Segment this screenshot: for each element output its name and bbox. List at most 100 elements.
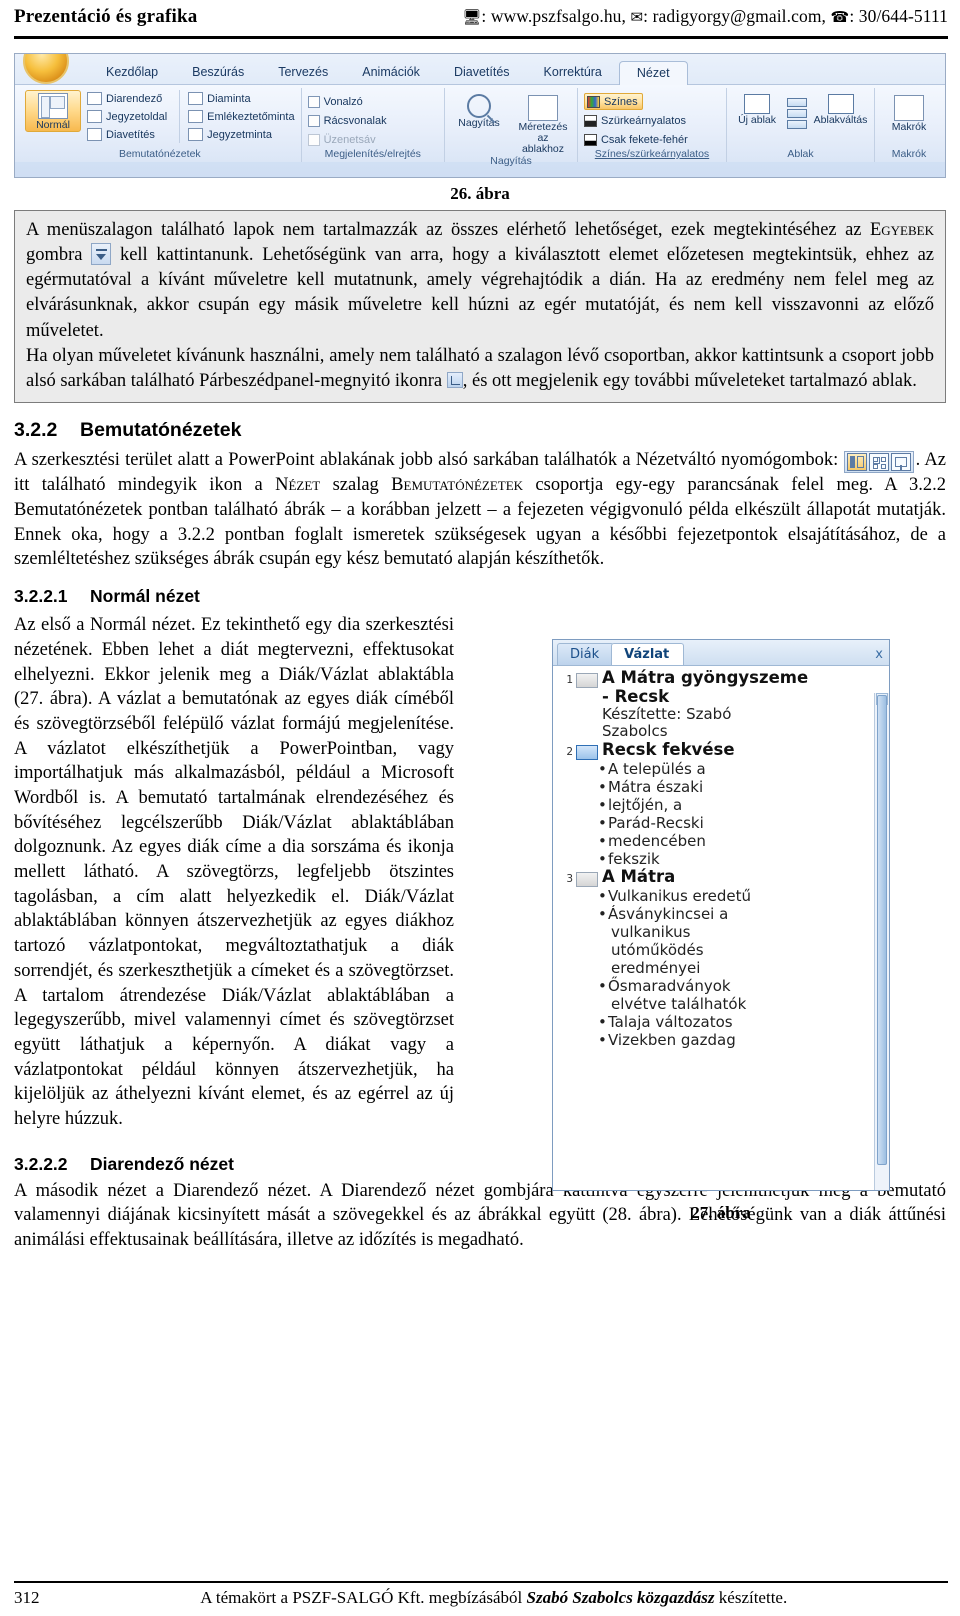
slide-thumbnail-icon[interactable] (576, 673, 598, 689)
szurkearnyalatos-label: Szürkeárnyalatos (600, 114, 686, 127)
arrange-all-icon[interactable] (787, 98, 808, 107)
close-icon[interactable]: x (875, 647, 883, 665)
group-label-ablak: Ablak (787, 148, 814, 160)
diaminta-button[interactable]: Diaminta (188, 90, 294, 107)
cascade-icon[interactable] (787, 109, 808, 118)
footer-credit-author: Szabó Szabolcs közgazdász (526, 1588, 715, 1607)
outline-bullet[interactable]: •Vulkanikus eredetű (598, 887, 889, 905)
envelope-icon: ✉ (630, 8, 644, 26)
ribbon-group-makrok: Makrók Makrók (875, 88, 943, 162)
office-orb-icon[interactable] (23, 54, 69, 84)
normal-view-switch-icon[interactable] (846, 453, 867, 472)
normal-view-button[interactable]: Normál (25, 90, 81, 133)
uj-ablak-button[interactable]: Új ablak (733, 92, 781, 126)
szines-label: Színes (603, 95, 638, 108)
slide-sorter-switch-icon[interactable] (868, 453, 889, 472)
window-arrange-icons[interactable] (787, 98, 808, 129)
header-web-label: : (481, 6, 491, 26)
nagyitas-button[interactable]: Nagyítás (451, 92, 507, 129)
slide-title-line[interactable]: - Recsk (602, 687, 808, 706)
outline-bullet[interactable]: •A település a (598, 760, 889, 778)
ribbon-group-nagyitas: Nagyítás Méretezés az ablakhoz Nagyítás (445, 88, 578, 167)
blackwhite-swatch-icon (583, 133, 597, 146)
heading-3-2-2: 3.2.2 Bemutatónézetek (14, 419, 960, 442)
outline-bullet[interactable]: •medencében (598, 832, 889, 850)
fit-to-window-icon (527, 95, 558, 121)
ribbon-group-ablak: Új ablak Ablakváltás Ablak (727, 88, 875, 162)
vonalzo-label: Vonalzó (323, 95, 363, 108)
fekete-feher-option[interactable]: Csak fekete-fehér (583, 131, 688, 148)
outline-scrollbar[interactable] (874, 693, 889, 1191)
outline-bullet[interactable]: •Vizekben gazdag (598, 1031, 889, 1049)
tab-beszuras[interactable]: Beszúrás (175, 61, 261, 84)
jegyzetoldal-button[interactable]: Jegyzetoldal (87, 108, 167, 125)
view-switch-buttons-icon[interactable] (843, 451, 914, 474)
tab-diavetites[interactable]: Diavetítés (437, 61, 527, 84)
slide-thumbnail-icon[interactable] (576, 744, 598, 760)
szurkearnyalatos-option[interactable]: Szürkeárnyalatos (583, 112, 686, 129)
telephone-icon: ☎ (830, 8, 850, 26)
outline-slide-row[interactable]: 1 A Mátra gyöngyszeme - Recsk Készítette… (553, 668, 889, 741)
diavetites-label: Diavetítés (106, 128, 155, 141)
slide-thumbnail-icon[interactable] (576, 871, 598, 887)
slide-title-line[interactable]: Recsk fekvése (602, 740, 735, 759)
group-label-nagyitas: Nagyítás (490, 155, 532, 168)
note-p2-part-b: , és ott megjelenik egy további művelete… (462, 370, 917, 391)
footer-credit-a: A témakört a PSZF-SALGÓ Kft. megbízásábó… (200, 1588, 527, 1607)
ribbon-group-bemutatonezetek: Normál Diarendező Jegyzetoldal Diavetíté… (19, 88, 302, 162)
move-split-icon[interactable] (787, 120, 808, 129)
tab-nezet[interactable]: Nézet (618, 61, 688, 85)
tab-vazlat[interactable]: Vázlat (611, 643, 685, 666)
new-window-icon (744, 94, 771, 114)
footer-credit-c: készítette. (714, 1588, 788, 1607)
outline-bullet[interactable]: •Ásványkincsei a (598, 905, 889, 923)
jegyzetminta-button[interactable]: Jegyzetminta (188, 126, 294, 143)
ablakvaltas-button[interactable]: Ablakváltás (813, 92, 868, 126)
outline-bullet-continuation[interactable]: elvétve találhatók (611, 995, 889, 1013)
dialog-launcher-icon[interactable] (446, 371, 463, 388)
header-mail-label: : (643, 6, 653, 26)
emlekeztetominta-button[interactable]: Emlékeztetőminta (188, 108, 295, 125)
running-header: Prezentáció és grafika 🖥: www.pszfsalgo.… (0, 0, 960, 36)
outline-bullet-continuation[interactable]: utóműködés (611, 941, 889, 959)
heading-3-2-2-2-number: 3.2.2.2 (14, 1153, 68, 1174)
diarendezo-button[interactable]: Diarendező (87, 90, 167, 107)
slide-title-line[interactable]: A Mátra (602, 867, 675, 886)
outline-slide-row[interactable]: 3 A Mátra (553, 867, 889, 887)
outline-bullet-continuation[interactable]: vulkanikus (611, 923, 889, 941)
outline-bullet[interactable]: •Parád-Recski (598, 814, 889, 832)
outline-bullet[interactable]: •Talaja változatos (598, 1013, 889, 1031)
tab-animaciok[interactable]: Animációk (345, 61, 437, 84)
checkbox-icon (307, 95, 320, 108)
makrok-button[interactable]: Makrók (881, 92, 937, 133)
outline-bullet[interactable]: •Mátra északi (598, 778, 889, 796)
slideshow-switch-icon[interactable] (890, 453, 911, 472)
outline-bullet[interactable]: •lejtőjén, a (598, 796, 889, 814)
bullet-text: elvétve találhatók (611, 994, 747, 1013)
page-number: 312 (14, 1588, 40, 1607)
outline-bullet[interactable]: •fekszik (598, 850, 889, 868)
tab-diak[interactable]: Diák (557, 643, 615, 666)
tab-kezdolap[interactable]: Kezdőlap (89, 61, 175, 84)
vonalzo-checkbox[interactable]: Vonalzó (307, 93, 363, 110)
slide-subtitle-line[interactable]: Szabolcs (602, 723, 808, 741)
slide-title-line[interactable]: A Mátra gyöngyszeme (602, 668, 808, 687)
outline-slide-row[interactable]: 2 Recsk fekvése (553, 740, 889, 760)
szines-option[interactable]: Színes (583, 93, 643, 110)
diavetites-button[interactable]: Diavetítés (87, 126, 167, 143)
outline-bullet[interactable]: •Ősmaradványok (598, 977, 889, 995)
outline-bullet-continuation[interactable]: eredményei (611, 959, 889, 977)
outline-bullet-list: •Vulkanikus eredetű •Ásványkincsei a vul… (598, 887, 889, 1049)
slide-subtitle-line[interactable]: Készítette: Szabó (602, 705, 808, 723)
header-mail: radigyorgy@gmail.com, (652, 6, 827, 26)
scrollbar-thumb[interactable] (877, 695, 887, 1166)
jegyzetminta-label: Jegyzetminta (207, 128, 272, 141)
racsvonalak-checkbox[interactable]: Rácsvonalak (307, 112, 387, 129)
ablakvaltas-label: Ablakváltás (813, 114, 868, 126)
tab-korrektura[interactable]: Korrektúra (527, 61, 619, 84)
more-dropdown-icon[interactable] (91, 243, 112, 266)
fekete-feher-label: Csak fekete-fehér (600, 133, 688, 146)
ribbon-group-szines: Színes Szürkeárnyalatos Csak fekete-fehé… (578, 88, 727, 162)
tab-tervezes[interactable]: Tervezés (261, 61, 345, 84)
meretezes-button[interactable]: Méretezés az ablakhoz (515, 92, 571, 155)
